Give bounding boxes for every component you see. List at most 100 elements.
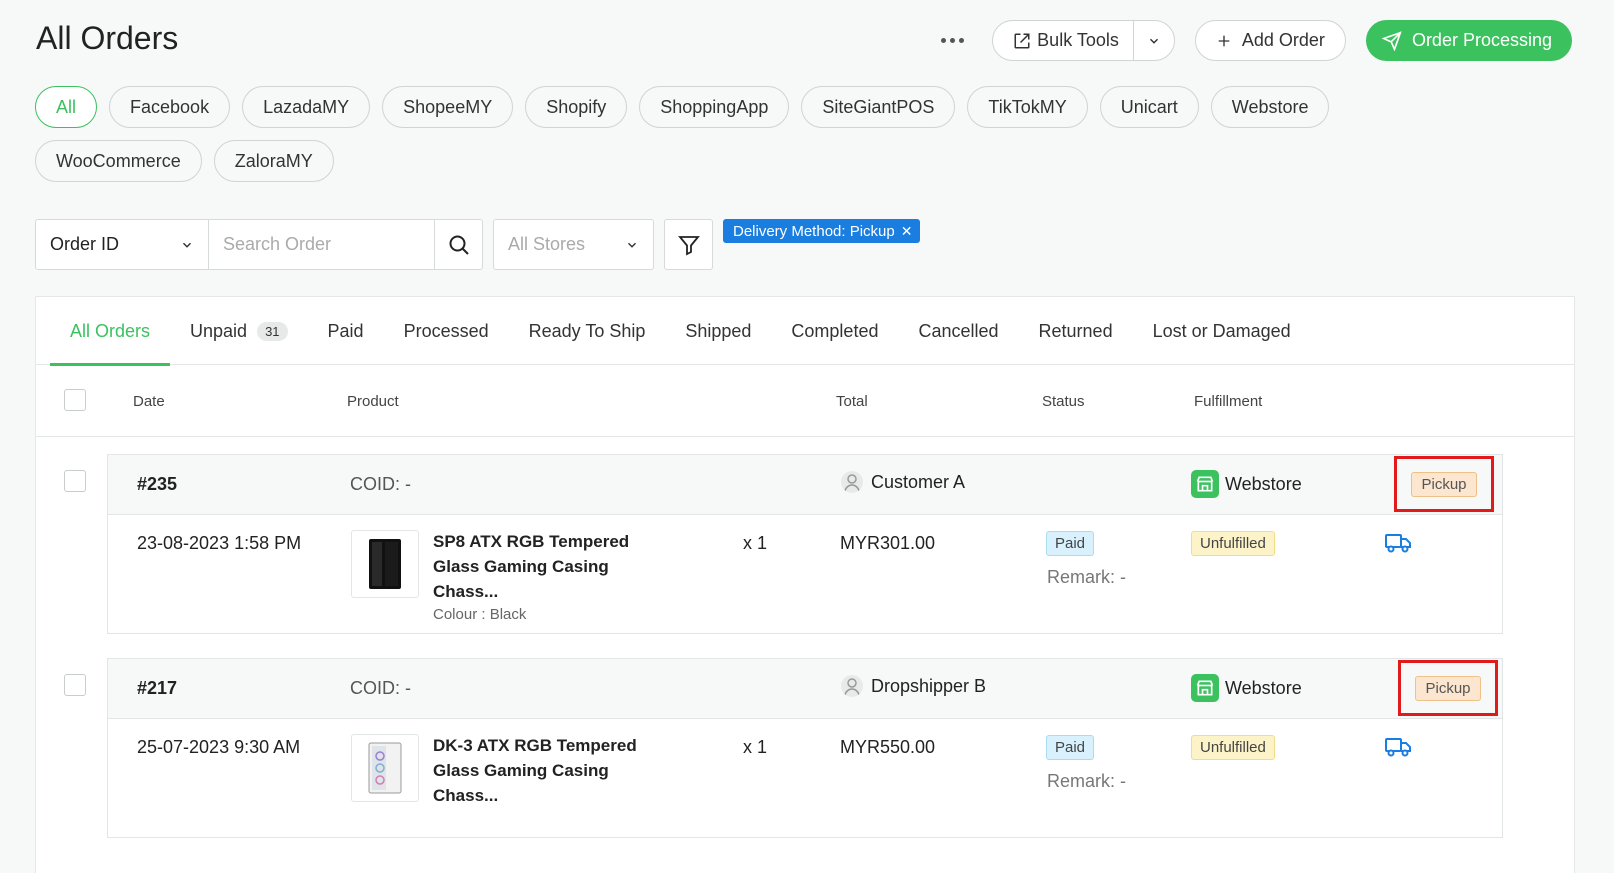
bulk-tools-label: Bulk Tools <box>1037 30 1119 50</box>
order-body: 23-08-2023 1:58 PM SP8 ATX RGB Tempered … <box>108 515 1502 633</box>
tab-ready-to-ship[interactable]: Ready To Ship <box>509 297 666 365</box>
order-card: #217 COID: - Dropshipper B Webstore Pick… <box>107 658 1503 838</box>
pc-case-image <box>369 539 401 589</box>
pc-case-image <box>368 742 402 794</box>
column-fulfillment: Fulfillment <box>1194 393 1263 410</box>
search-row: Order ID All Stores Delivery Method: Pic… <box>35 219 921 270</box>
tab-returned[interactable]: Returned <box>1019 297 1133 365</box>
order-customer: Dropshipper B <box>841 675 986 697</box>
bulk-tools-button[interactable]: Bulk Tools <box>993 21 1134 60</box>
webstore-logo-icon <box>1191 470 1219 498</box>
channel-chip-webstore[interactable]: Webstore <box>1210 86 1330 128</box>
column-product: Product <box>347 393 399 410</box>
remove-filter-icon[interactable]: ✕ <box>901 223 913 240</box>
order-store: Webstore <box>1191 470 1302 498</box>
order-total: MYR550.00 <box>840 737 936 757</box>
search-type-select[interactable]: Order ID <box>36 220 209 269</box>
order-customer: Customer A <box>841 471 965 493</box>
status-tabs: All Orders Unpaid 31 Paid Processed Ready… <box>36 297 1574 366</box>
bulk-tools-group: Bulk Tools <box>992 20 1175 61</box>
more-options-icon[interactable] <box>932 21 972 61</box>
active-filter-tag: Delivery Method: Pickup ✕ <box>723 219 921 243</box>
order-header: #235 COID: - Customer A Webstore Pickup <box>108 455 1502 515</box>
channel-filter-chips: All Facebook LazadaMY ShopeeMY Shopify S… <box>35 86 1485 182</box>
product-name[interactable]: DK-3 ATX RGB Tempered Glass Gaming Casin… <box>433 733 673 808</box>
order-checkbox[interactable] <box>64 674 86 696</box>
order-checkbox[interactable] <box>64 470 86 492</box>
product-info: SP8 ATX RGB Tempered Glass Gaming Casing… <box>433 529 673 623</box>
tab-unpaid[interactable]: Unpaid 31 <box>170 297 308 365</box>
channel-chip-woocommerce[interactable]: WooCommerce <box>35 140 202 182</box>
column-total: Total <box>836 393 868 410</box>
bulk-tools-dropdown[interactable] <box>1134 21 1174 60</box>
add-order-button[interactable]: Add Order <box>1194 20 1346 61</box>
product-name[interactable]: SP8 ATX RGB Tempered Glass Gaming Casing… <box>433 529 673 604</box>
order-card: #235 COID: - Customer A Webstore Pickup … <box>107 454 1503 634</box>
payment-status-badge: Paid <box>1046 531 1095 556</box>
channel-chip-sitegiantpos[interactable]: SiteGiantPOS <box>801 86 956 128</box>
tab-lost-or-damaged[interactable]: Lost or Damaged <box>1133 297 1311 365</box>
order-coid: COID: - <box>350 678 411 698</box>
table-header: Date Product Total Status Fulfillment <box>36 365 1574 437</box>
truck-icon[interactable] <box>1384 531 1412 560</box>
channel-chip-facebook[interactable]: Facebook <box>109 86 231 128</box>
channel-chip-tiktokmy[interactable]: TikTokMY <box>967 86 1088 128</box>
channel-chip-shopify[interactable]: Shopify <box>525 86 628 128</box>
fulfillment-status-badge: Unfulfilled <box>1191 531 1275 556</box>
order-store: Webstore <box>1191 674 1302 702</box>
channel-chip-zaloramy[interactable]: ZaloraMY <box>213 140 334 182</box>
tab-processed[interactable]: Processed <box>384 297 509 365</box>
chevron-down-icon <box>1149 38 1158 44</box>
chevron-down-icon <box>182 242 192 248</box>
user-icon <box>841 471 863 493</box>
filter-icon <box>677 235 700 255</box>
product-quantity: x 1 <box>743 533 768 553</box>
channel-chip-all[interactable]: All <box>35 86 98 128</box>
product-thumbnail[interactable] <box>351 734 419 802</box>
search-icon <box>449 235 469 255</box>
search-button[interactable] <box>434 220 482 269</box>
column-status: Status <box>1042 393 1085 410</box>
pickup-highlight-box: Pickup <box>1394 456 1494 512</box>
webstore-logo-icon <box>1191 674 1219 702</box>
order-date: 25-07-2023 9:30 AM <box>137 737 301 757</box>
plus-icon <box>1218 35 1230 46</box>
select-all-checkbox[interactable] <box>64 389 86 411</box>
tab-cancelled[interactable]: Cancelled <box>898 297 1018 365</box>
channel-chip-unicart[interactable]: Unicart <box>1099 86 1199 128</box>
channel-chip-lazadamy[interactable]: LazadaMY <box>242 86 371 128</box>
orders-panel: All Orders Unpaid 31 Paid Processed Ready… <box>35 296 1575 873</box>
product-variant: Colour : Black <box>433 606 527 623</box>
search-input[interactable] <box>209 220 434 269</box>
order-header: #217 COID: - Dropshipper B Webstore Pick… <box>108 659 1502 719</box>
store-select[interactable]: All Stores <box>493 219 654 270</box>
header-actions: Bulk Tools Add Order Order Processing <box>932 20 1572 61</box>
order-id[interactable]: #217 <box>137 678 177 699</box>
tab-shipped[interactable]: Shipped <box>665 297 771 365</box>
order-total: MYR301.00 <box>840 533 936 553</box>
unpaid-count-badge: 31 <box>257 321 288 341</box>
pickup-highlight-box: Pickup <box>1398 660 1498 716</box>
tab-paid[interactable]: Paid <box>308 297 384 365</box>
column-date: Date <box>133 393 165 410</box>
order-remark: Remark: - <box>1047 771 1127 791</box>
product-thumbnail[interactable] <box>351 530 419 598</box>
page-title: All Orders <box>36 20 179 56</box>
fulfillment-status-badge: Unfulfilled <box>1191 735 1275 760</box>
order-processing-button[interactable]: Order Processing <box>1365 20 1572 61</box>
product-info: DK-3 ATX RGB Tempered Glass Gaming Casin… <box>433 733 673 808</box>
tab-all-orders[interactable]: All Orders <box>50 297 171 366</box>
payment-status-badge: Paid <box>1046 735 1095 760</box>
order-body: 25-07-2023 9:30 AM DK-3 ATX RGB Tempered… <box>108 719 1502 837</box>
delivery-method-badge: Pickup <box>1411 471 1477 497</box>
external-link-icon <box>1014 33 1030 48</box>
order-id[interactable]: #235 <box>137 474 177 495</box>
channel-chip-shoppingapp[interactable]: ShoppingApp <box>639 86 790 128</box>
user-icon <box>841 675 863 697</box>
delivery-method-badge: Pickup <box>1415 675 1481 701</box>
search-box: Order ID <box>35 219 483 270</box>
tab-completed[interactable]: Completed <box>771 297 898 365</box>
truck-icon[interactable] <box>1384 735 1412 764</box>
filter-button[interactable] <box>664 219 713 270</box>
channel-chip-shopeemy[interactable]: ShopeeMY <box>382 86 514 128</box>
